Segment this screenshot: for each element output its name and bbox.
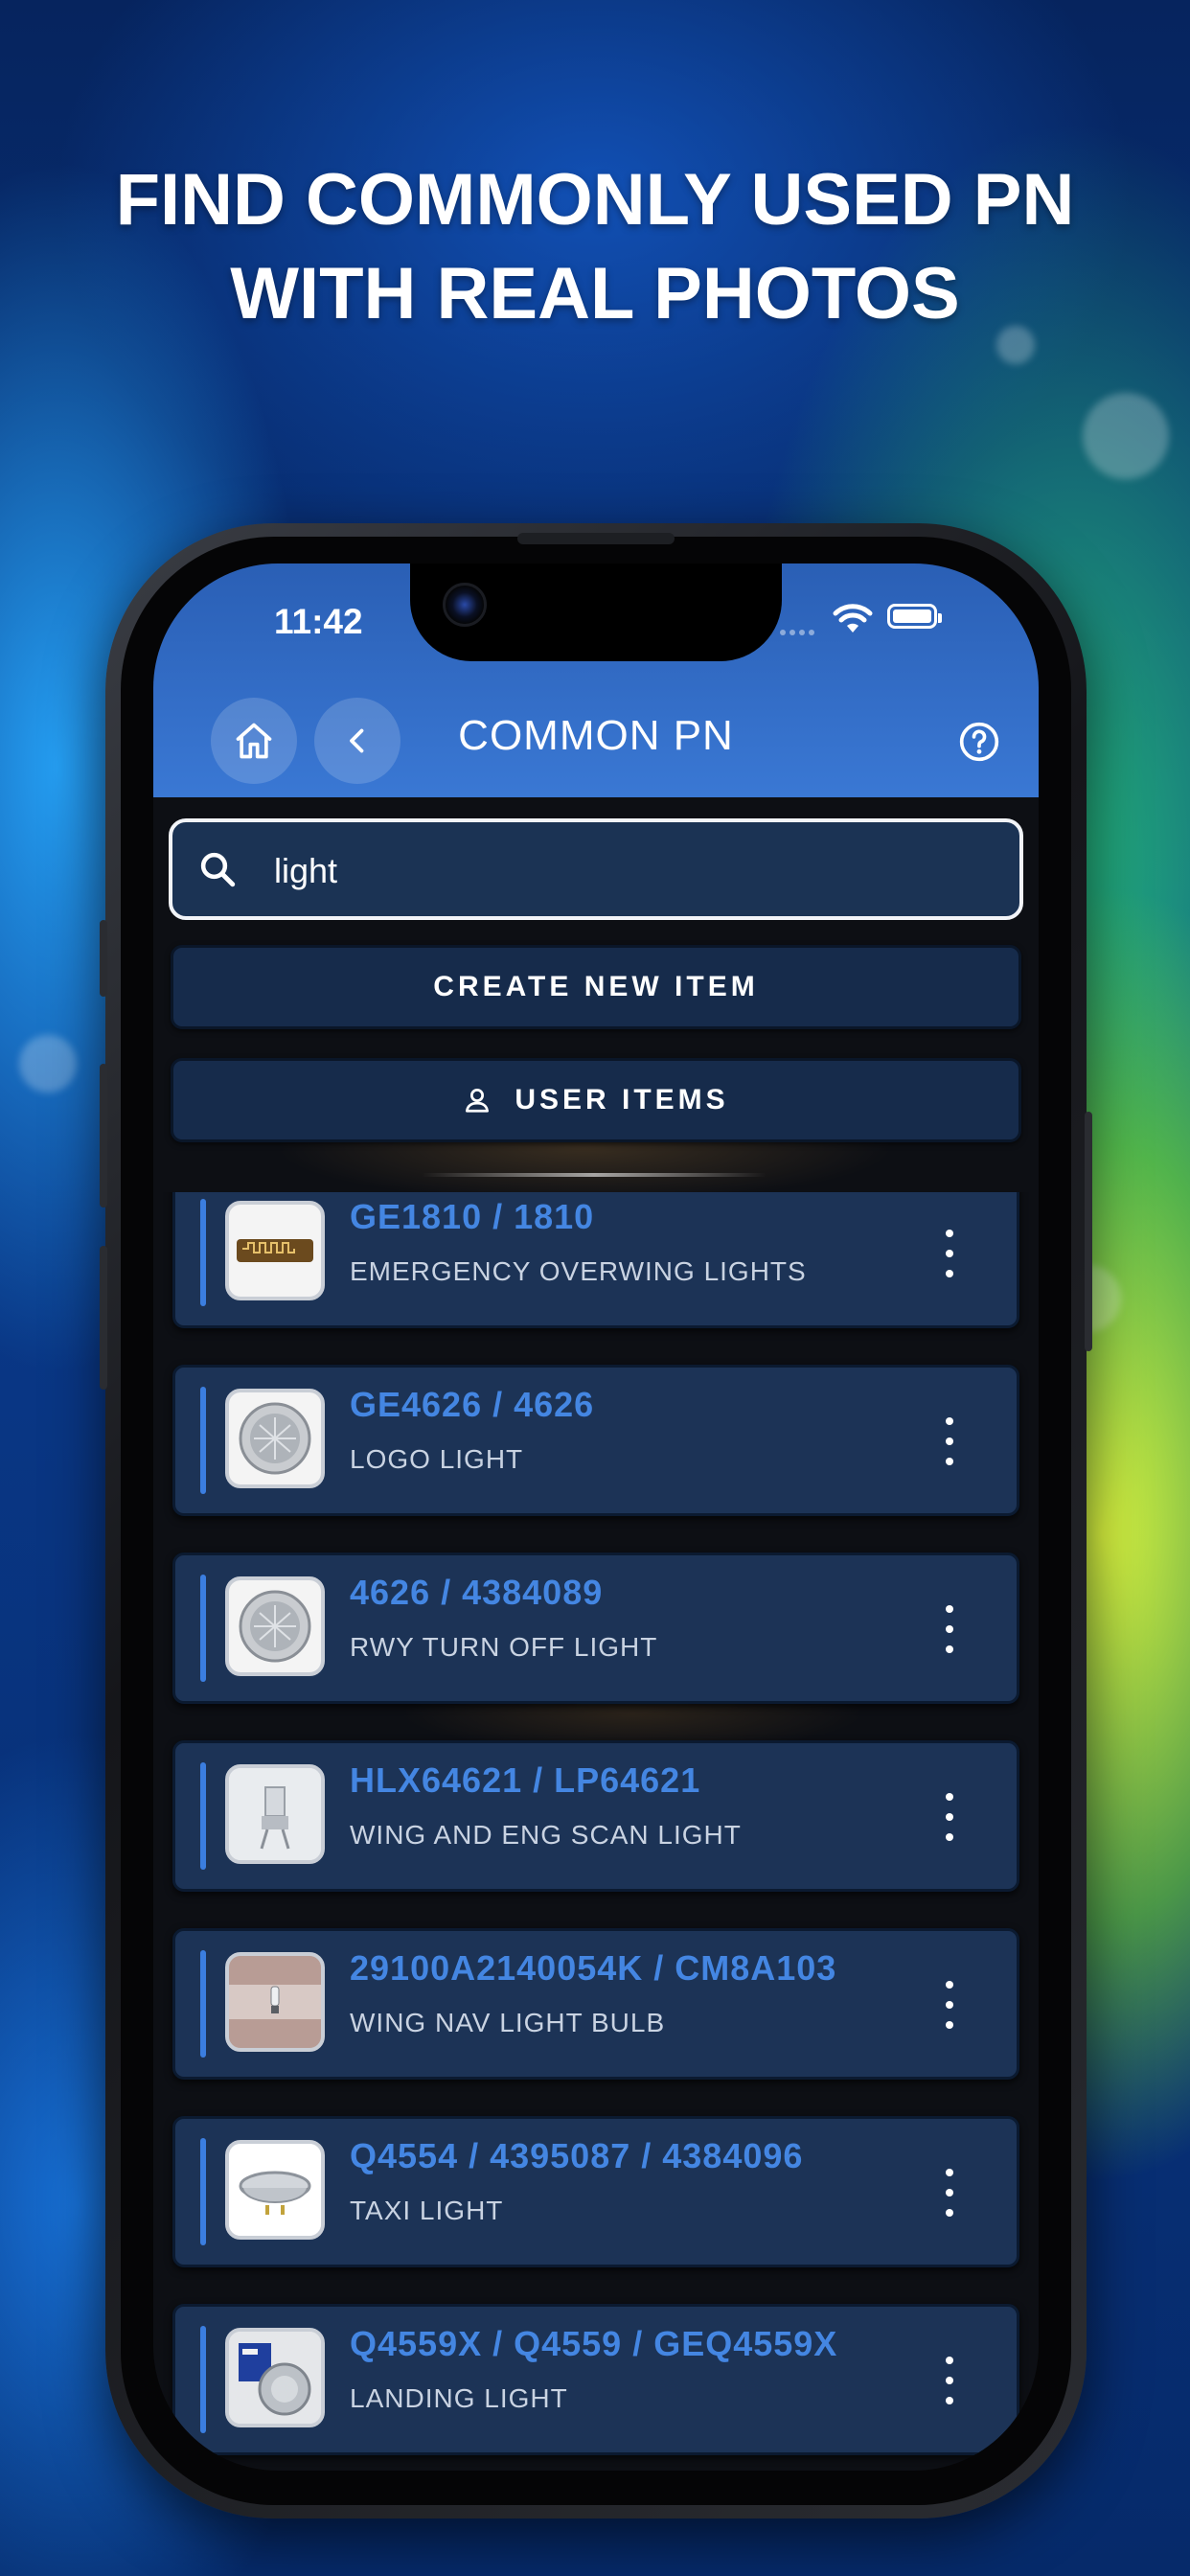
list-item[interactable]: Q4554 / 4395087 / 4384096 TAXI LIGHT [172, 2116, 1019, 2267]
more-vert-icon[interactable] [938, 1605, 961, 1653]
item-description: LOGO LIGHT [350, 1444, 524, 1474]
list-item[interactable]: 29100A2140054K / CM8A103 WING NAV LIGHT … [172, 1928, 1019, 2080]
bokeh-light [19, 1035, 77, 1092]
signal-icon [780, 623, 820, 635]
battery-icon [887, 604, 942, 629]
row-accent [200, 1762, 206, 1870]
screen-title: COMMON PN [458, 712, 734, 759]
front-camera [443, 583, 487, 627]
pn-list: GE1810 / 1810 EMERGENCY OVERWING LIGHTS … [153, 1192, 1039, 2467]
item-pn: Q4559X / Q4559 / GEQ4559X [350, 2324, 838, 2363]
headline-line-1: FIND COMMONLY USED PN [115, 159, 1075, 241]
item-description: LANDING LIGHT [350, 2383, 568, 2413]
user-items-label: USER ITEMS [515, 1084, 729, 1116]
row-accent [200, 2138, 206, 2245]
row-accent [200, 1575, 206, 1682]
phone-side-button [100, 1064, 107, 1208]
item-pn: Q4554 / 4395087 / 4384096 [350, 2136, 804, 2175]
phone-side-button [100, 1246, 107, 1390]
item-pn: HLX64621 / LP64621 [350, 1760, 701, 1800]
item-description: RWY TURN OFF LIGHT [350, 1632, 658, 1662]
sealed-beam-photo [225, 1389, 325, 1488]
more-vert-icon[interactable] [938, 1793, 961, 1841]
list-item[interactable]: GE1810 / 1810 EMERGENCY OVERWING LIGHTS [172, 1192, 1019, 1328]
item-description: WING NAV LIGHT BULB [350, 2008, 666, 2037]
more-vert-icon[interactable] [938, 2169, 961, 2217]
item-description: WING AND ENG SCAN LIGHT [350, 1820, 742, 1850]
item-description: EMERGENCY OVERWING LIGHTS [350, 1256, 807, 1286]
search-value: light [274, 851, 338, 890]
scroll-divider [422, 1173, 767, 1177]
wifi-icon [833, 604, 873, 632]
row-accent [200, 2326, 206, 2433]
boxed-lamp-photo [225, 2328, 325, 2427]
row-accent [200, 1950, 206, 2058]
list-item[interactable]: HLX64621 / LP64621 WING AND ENG SCAN LIG… [172, 1740, 1019, 1892]
more-vert-icon[interactable] [938, 1981, 961, 2029]
item-description: TAXI LIGHT [350, 2196, 504, 2225]
list-item[interactable]: 4626 / 4384089 RWY TURN OFF LIGHT [172, 1552, 1019, 1704]
item-pn: GE4626 / 4626 [350, 1385, 595, 1424]
list-item[interactable]: GE4626 / 4626 LOGO LIGHT [172, 1365, 1019, 1516]
small-bulb-photo [225, 1952, 325, 2052]
row-accent [200, 1199, 206, 1306]
app-screen: 11:42 COMMON PN light CREATE NEW ITEM US… [153, 564, 1039, 2471]
create-new-item-button[interactable]: CREATE NEW ITEM [171, 945, 1021, 1029]
item-pn: GE1810 / 1810 [350, 1197, 595, 1236]
more-vert-icon[interactable] [938, 1230, 961, 1277]
search-input[interactable]: light [169, 818, 1023, 920]
item-pn: 4626 / 4384089 [350, 1573, 604, 1612]
strip-lamp-photo [225, 1201, 325, 1300]
more-vert-icon[interactable] [938, 2357, 961, 2404]
item-pn: 29100A2140054K / CM8A103 [350, 1948, 837, 1988]
par-lamp-photo [225, 2140, 325, 2240]
halogen-bulb-photo [225, 1764, 325, 1864]
phone-side-button [100, 920, 107, 997]
list-item[interactable]: Q4559X / Q4559 / GEQ4559X LANDING LIGHT [172, 2304, 1019, 2455]
sealed-beam-photo [225, 1576, 325, 1676]
phone-speaker [517, 533, 675, 544]
headline-line-2: WITH REAL PHOTOS [230, 253, 960, 334]
user-icon [466, 1089, 490, 1113]
bokeh-light [1083, 393, 1169, 479]
status-time: 11:42 [274, 602, 363, 641]
more-vert-icon[interactable] [938, 1417, 961, 1465]
phone-side-button [1085, 1112, 1092, 1351]
row-accent [200, 1387, 206, 1494]
create-new-item-label: CREATE NEW ITEM [433, 971, 759, 1002]
promo-headline: FIND COMMONLY USED PN WITH REAL PHOTOS [0, 153, 1190, 341]
search-icon [200, 852, 236, 887]
user-items-button[interactable]: USER ITEMS [171, 1058, 1021, 1142]
help-icon[interactable] [958, 721, 1000, 763]
